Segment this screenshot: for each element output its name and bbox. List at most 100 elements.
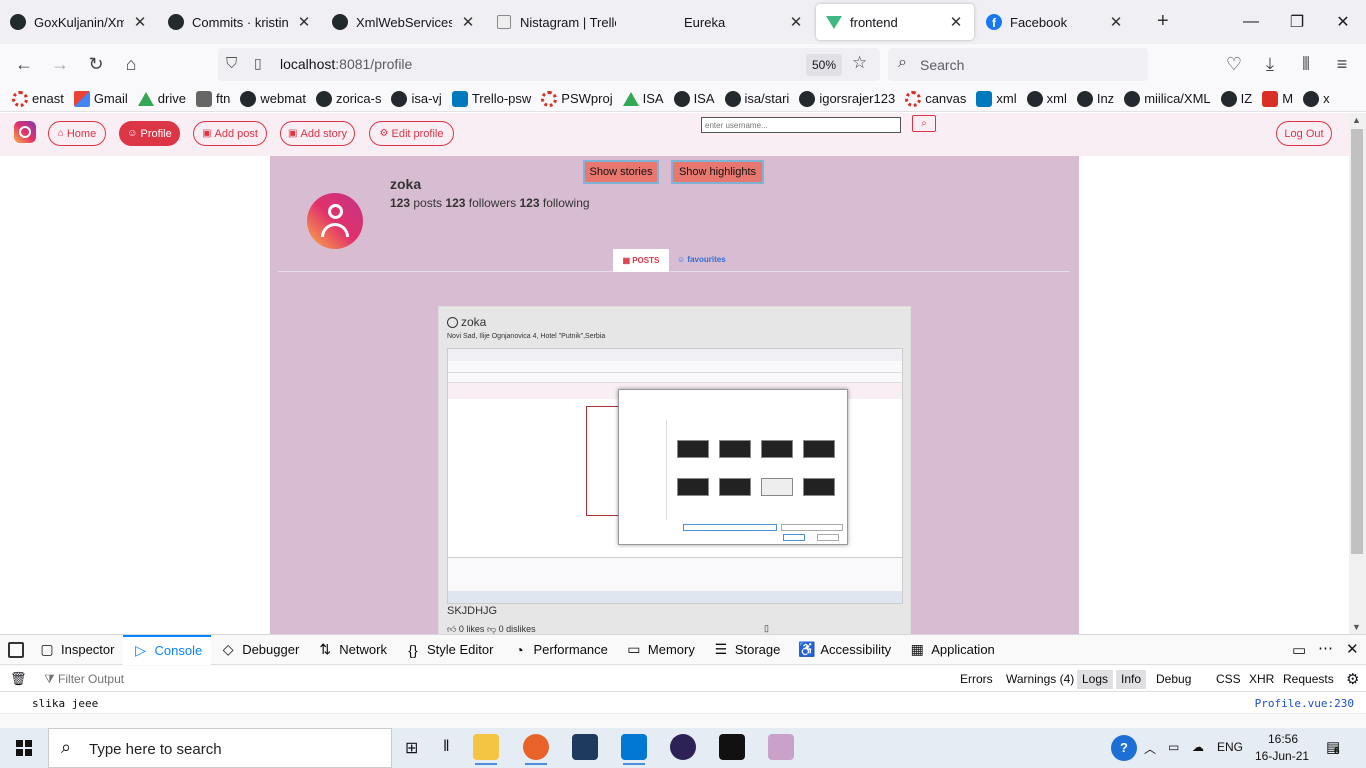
console-filter-logs[interactable]: Logs: [1077, 670, 1114, 689]
devtools-tab-storage[interactable]: ☰ Storage: [704, 635, 790, 665]
library-icon[interactable]: ⫴: [1294, 54, 1318, 75]
url-text[interactable]: localhost:8081/profile: [280, 56, 412, 72]
bookmark-item[interactable]: zorica-s: [314, 90, 388, 107]
help-icon[interactable]: ?: [1111, 735, 1137, 761]
browser-search-bar[interactable]: ⌕ Search: [888, 48, 1148, 81]
trash-icon[interactable]: 🗑︎: [10, 671, 27, 687]
battery-icon[interactable]: ▭: [1168, 740, 1179, 754]
username-search-input[interactable]: [701, 117, 901, 133]
devtools-tab-performance[interactable]: ◔ Performance: [502, 635, 616, 665]
post-image[interactable]: [447, 348, 903, 604]
bookmark-item[interactable]: drive: [136, 91, 192, 106]
close-tab-icon[interactable]: ✕: [1108, 13, 1124, 31]
pocket-icon[interactable]: ♡: [1222, 54, 1246, 75]
browser-tab[interactable]: XmlWebServices/pr ✕: [322, 0, 486, 44]
add-post-button[interactable]: ▣ Add post: [193, 121, 267, 146]
browser-tab[interactable]: Eureka ✕: [650, 0, 814, 44]
devtools-tab-inspector[interactable]: ▢ Inspector: [30, 635, 123, 665]
profile-nav-button[interactable]: ☺ Profile: [119, 121, 180, 146]
show-highlights-button[interactable]: Show highlights: [671, 160, 764, 184]
bookmark-item[interactable]: webmat: [238, 90, 312, 107]
taskbar-search-box[interactable]: ⌕ Type here to search: [48, 728, 392, 768]
downloads-icon[interactable]: ⤓: [1258, 54, 1282, 75]
dock-side-icon[interactable]: ▭: [1292, 641, 1306, 659]
console-source-link[interactable]: Profile.vue:230: [1255, 697, 1354, 710]
file-explorer-icon[interactable]: [473, 734, 499, 765]
clock-date[interactable]: 16-Jun-21: [1255, 749, 1309, 763]
bookmark-item[interactable]: ftn: [194, 90, 236, 107]
show-hidden-icons[interactable]: ︿: [1144, 740, 1156, 757]
zoom-level-badge[interactable]: 50%: [806, 54, 843, 76]
home-button[interactable]: ⌂: [119, 54, 143, 75]
minimize-button[interactable]: —: [1228, 0, 1274, 44]
bookmark-icon[interactable]: ▯: [764, 623, 769, 634]
bookmark-item[interactable]: xml: [974, 90, 1022, 107]
close-tab-icon[interactable]: ✕: [788, 13, 804, 31]
bookmark-item[interactable]: xml: [1025, 90, 1073, 107]
ssms-icon[interactable]: [572, 734, 598, 760]
devtools-tab-style-editor[interactable]: {} Style Editor: [396, 635, 502, 665]
post-author[interactable]: zoka: [447, 315, 486, 329]
browser-tab[interactable]: Nistagram | Trello: [486, 0, 650, 44]
scroll-down-icon[interactable]: ▼: [1352, 622, 1361, 632]
scrollbar-thumb[interactable]: [1351, 129, 1363, 554]
devtools-tab-debugger[interactable]: ◇ Debugger: [211, 635, 308, 665]
more-options-icon[interactable]: ⋯: [1318, 639, 1333, 657]
tab-posts[interactable]: ▦ POSTS: [613, 249, 669, 272]
bookmark-item[interactable]: miilica/XML: [1122, 90, 1216, 107]
element-picker-icon[interactable]: [8, 642, 24, 658]
shield-icon[interactable]: ⛉: [226, 55, 237, 72]
windows-start-icon[interactable]: [16, 740, 32, 756]
maximize-button[interactable]: ❐: [1274, 0, 1320, 44]
devtools-tab-accessibility[interactable]: ♿ Accessibility: [789, 635, 900, 665]
close-devtools-icon[interactable]: ✕: [1346, 640, 1359, 658]
page-info-icon[interactable]: ▯: [254, 55, 262, 72]
bookmark-item[interactable]: igorsrajer123: [797, 90, 901, 107]
page-scrollbar[interactable]: ▲ ▼: [1349, 113, 1366, 634]
back-button[interactable]: ←: [12, 54, 36, 75]
bookmark-item[interactable]: Gmail: [72, 90, 134, 107]
dislike-icon[interactable]: 👎︎: [487, 624, 496, 634]
menu-icon[interactable]: ≡: [1330, 54, 1354, 75]
bookmark-item[interactable]: M: [1260, 90, 1299, 107]
bookmark-item[interactable]: ISA: [621, 91, 670, 106]
devtools-tab-memory[interactable]: ▭ Memory: [617, 635, 704, 665]
close-window-button[interactable]: ✕: [1320, 0, 1366, 44]
logout-button[interactable]: Log Out: [1276, 121, 1332, 146]
console-filter-xhr[interactable]: XHR: [1244, 670, 1279, 689]
devtools-tab-console[interactable]: ▷ Console: [123, 634, 212, 665]
console-filter-debug[interactable]: Debug: [1151, 670, 1196, 689]
clock-time[interactable]: 16:56: [1268, 732, 1298, 746]
console-filter-requests[interactable]: Requests: [1278, 670, 1339, 689]
scroll-up-icon[interactable]: ▲: [1352, 115, 1361, 125]
bookmark-item[interactable]: PSWproj: [539, 90, 618, 107]
bookmark-item[interactable]: Inz: [1075, 90, 1120, 107]
eclipse-icon[interactable]: [670, 734, 696, 760]
reload-button[interactable]: ↻: [84, 54, 108, 75]
close-tab-icon[interactable]: ✕: [948, 13, 964, 31]
paint-icon[interactable]: [768, 734, 794, 760]
bookmark-item[interactable]: Trello-psw: [450, 90, 537, 107]
widget-icon[interactable]: ‖: [443, 738, 450, 756]
url-bar[interactable]: ⛉ ▯ localhost:8081/profile 50% ☆: [218, 48, 880, 81]
terminal-icon[interactable]: [719, 734, 745, 760]
devtools-tab-application[interactable]: ▦ Application: [900, 635, 1004, 665]
bookmark-item[interactable]: canvas: [903, 90, 972, 107]
home-nav-button[interactable]: ⌂ Home: [48, 121, 106, 146]
bookmark-item[interactable]: IZ: [1219, 90, 1259, 107]
edit-profile-button[interactable]: ⚙ Edit profile: [369, 121, 454, 146]
settings-gear-icon[interactable]: ⚙: [1346, 670, 1359, 688]
console-filter-errors[interactable]: Errors: [955, 670, 998, 689]
task-view-icon[interactable]: ⊞: [405, 738, 418, 758]
filter-output-input[interactable]: ⧩ Filter Output: [44, 672, 124, 687]
cloud-icon[interactable]: ☁: [1192, 740, 1204, 754]
close-tab-icon[interactable]: ✕: [132, 13, 148, 31]
browser-tab[interactable]: GoxKuljanin/XmlWe ✕: [0, 0, 158, 44]
like-icon[interactable]: 👍︎: [447, 624, 456, 634]
vscode-icon[interactable]: [621, 734, 647, 765]
bookmark-item[interactable]: ISA: [672, 90, 721, 107]
language-indicator[interactable]: ENG: [1217, 740, 1243, 754]
bookmark-item[interactable]: x: [1301, 90, 1336, 107]
devtools-tab-network[interactable]: ⇅ Network: [308, 635, 396, 665]
close-tab-icon[interactable]: ✕: [460, 13, 476, 31]
